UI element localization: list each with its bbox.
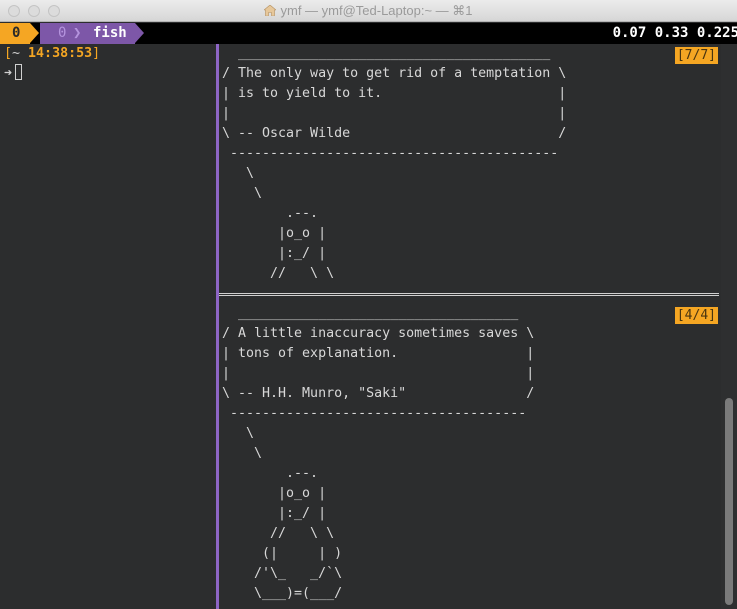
scroll-position-badge-top: [7/7] (674, 47, 718, 64)
title-bar[interactable]: ymf — ymf@Ted-Laptop:~ — ⌘1 (0, 0, 737, 22)
window-name-label: fish (93, 25, 127, 41)
home-icon (264, 5, 277, 16)
window-title-container: ymf — ymf@Ted-Laptop:~ — ⌘1 (0, 3, 737, 19)
vertical-pane-divider[interactable] (216, 44, 219, 609)
terminal-window: ymf — ymf@Ted-Laptop:~ — ⌘1 0 0 ❯ fish 0… (0, 0, 737, 609)
prompt-directory: ~ (12, 46, 21, 61)
text-cursor (15, 64, 23, 80)
tmux-status-bar: 0 0 ❯ fish 0.07 0.33 0.225 (0, 23, 737, 44)
horizontal-pane-divider[interactable] (219, 293, 719, 296)
scrollbar-thumb[interactable] (725, 398, 733, 605)
tmux-active-window-tab[interactable]: 0 ❯ fish (40, 23, 144, 44)
scroll-position-badge-bottom: [4/4] (674, 307, 718, 324)
prompt-status-line: [~ 14:38:53] (4, 46, 101, 61)
window-title: ymf — ymf@Ted-Laptop:~ — ⌘1 (280, 3, 473, 18)
arrow-right-icon: ➜ (4, 66, 13, 81)
prompt-input-line[interactable]: ➜ (4, 64, 23, 84)
window-index-label: 0 (58, 25, 67, 41)
prompt-time: 14:38:53 (28, 46, 93, 61)
session-index-label: 0 (12, 25, 21, 41)
fortune-cowsay-top: _______________________________________ … (222, 46, 567, 281)
tmux-session-index[interactable]: 0 (0, 23, 39, 44)
chevron-right-icon: ❯ (73, 25, 82, 41)
fortune-cowsay-bottom: ___________________________________ / A … (222, 306, 535, 601)
load-average: 0.07 0.33 0.225 (612, 25, 737, 41)
shell-pane[interactable]: [~ 14:38:53] ➜ (0, 44, 216, 609)
